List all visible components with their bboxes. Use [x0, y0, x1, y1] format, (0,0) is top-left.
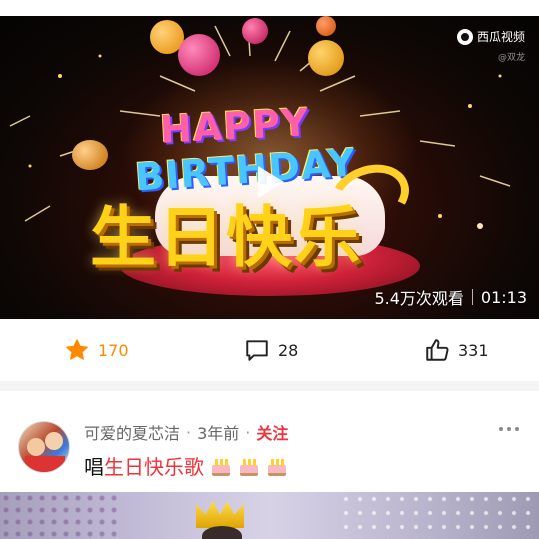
balloon-orange-small — [316, 16, 336, 36]
avatar-face-right — [45, 432, 63, 450]
post-video-thumbnail[interactable] — [0, 492, 539, 539]
author-name[interactable]: 可爱的夏芯洁 — [84, 420, 180, 444]
play-icon[interactable] — [258, 166, 284, 198]
post-time: 3年前 — [197, 424, 240, 443]
video-player[interactable]: 西瓜视频 @双龙 HAPPY BIRTHDAY 生日快乐 5.4万次观看 01:… — [0, 16, 539, 319]
logo-text: 西瓜视频 — [476, 30, 525, 44]
favorite-button[interactable]: 170 — [64, 337, 129, 363]
comment-count: 28 — [278, 340, 299, 360]
video-meta: 5.4万次观看 01:13 — [374, 285, 527, 309]
avatar-face-left — [27, 438, 45, 456]
xigua-logo-icon — [456, 28, 473, 45]
thumbnail-pattern-left — [0, 492, 120, 539]
action-bar: 170 28 331 — [0, 319, 539, 381]
overlay-chinese-title: 生日快乐 — [90, 199, 362, 276]
comment-icon — [246, 340, 268, 361]
balloon-pink-small — [242, 18, 268, 44]
author-avatar[interactable] — [18, 421, 70, 473]
post-title[interactable]: 唱 生日快乐歌 — [84, 451, 288, 480]
follow-button[interactable]: 关注 — [256, 420, 288, 444]
comment-button[interactable]: 28 — [244, 337, 298, 363]
thumbnail-person-head — [202, 526, 242, 539]
view-count: 5.4万次观看 — [374, 289, 464, 308]
cake-icon — [238, 455, 260, 477]
star-icon — [66, 339, 88, 360]
balloon-amber — [72, 140, 108, 170]
balloon-pink — [178, 34, 220, 76]
xigua-video-logo: 西瓜视频 — [456, 28, 525, 45]
cake-icon — [210, 455, 232, 477]
post-title-highlight[interactable]: 生日快乐歌 — [104, 451, 204, 480]
avatar-clothes — [25, 456, 65, 472]
post-title-prefix: 唱 — [84, 455, 104, 479]
post-meta: 可爱的夏芯洁 · 3年前 · 关注 — [84, 420, 288, 444]
crown-icon — [196, 501, 244, 528]
meta-divider — [471, 289, 473, 305]
top-strip — [0, 0, 539, 16]
more-options-icon[interactable] — [499, 427, 519, 431]
post-card[interactable]: 可爱的夏芯洁 · 3年前 · 关注 唱 生日快乐歌 — [0, 391, 539, 539]
meta-dot: · — [245, 422, 251, 442]
video-watermark: @双龙 — [497, 53, 525, 63]
like-button[interactable]: 331 — [424, 337, 489, 363]
thumbs-up-icon — [426, 339, 449, 361]
video-duration: 01:13 — [480, 287, 527, 307]
thumbnail-pattern-right — [339, 492, 539, 539]
favorite-count: 170 — [98, 340, 129, 360]
cake-icon — [266, 455, 288, 477]
like-count: 331 — [458, 340, 489, 360]
meta-dot: · — [186, 422, 192, 442]
balloon-gold — [308, 40, 344, 76]
